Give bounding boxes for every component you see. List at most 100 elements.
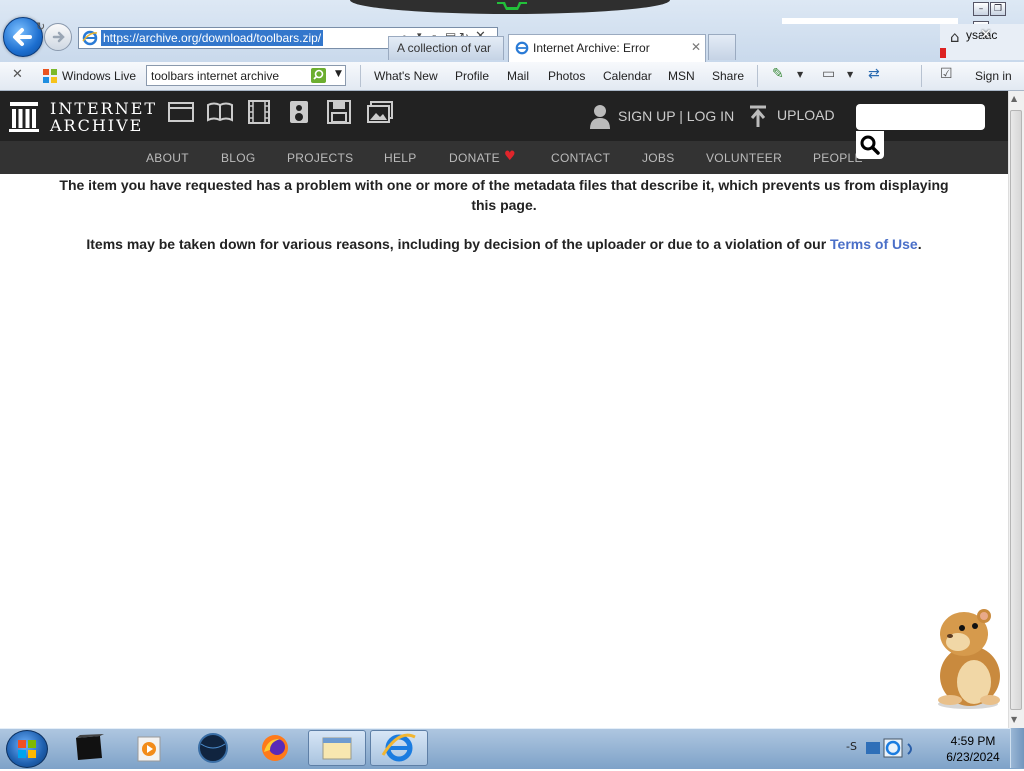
window-thumbnail-icon bbox=[322, 737, 352, 760]
audio-icon[interactable] bbox=[289, 100, 309, 124]
scroll-up-icon[interactable]: ▲ bbox=[1011, 94, 1017, 103]
windows-live-toolbar: ✕ Windows Live toolbars internet archive… bbox=[0, 62, 1024, 91]
link-share[interactable]: Share bbox=[712, 69, 744, 83]
separator bbox=[757, 65, 758, 87]
clock-time: 4:59 PM bbox=[950, 734, 996, 748]
nav-help[interactable]: HELP bbox=[384, 151, 417, 165]
search-dropdown-icon[interactable]: ▼ bbox=[335, 69, 342, 79]
separator bbox=[921, 65, 922, 87]
command-area: ⌂ ysaac ✕ bbox=[940, 24, 1024, 60]
window-controls[interactable]: –❐✕ bbox=[972, 2, 1022, 35]
archive-building-icon[interactable] bbox=[9, 101, 39, 133]
forward-button[interactable] bbox=[44, 23, 72, 51]
link-mail[interactable]: Mail bbox=[507, 69, 529, 83]
tab-close-icon[interactable]: ✕ bbox=[691, 40, 701, 54]
windows-logo-icon bbox=[18, 740, 36, 758]
taskbar-app-media[interactable] bbox=[60, 730, 118, 766]
dropdown-icon[interactable]: ▼ bbox=[847, 70, 853, 79]
scrollbar-thumb[interactable] bbox=[1010, 110, 1022, 710]
checkbox-icon[interactable]: ☑ bbox=[940, 66, 953, 82]
tray-s-icon[interactable]: -S bbox=[846, 740, 857, 753]
live-search-value[interactable]: toolbars internet archive bbox=[151, 69, 279, 83]
link-whats-new[interactable]: What's New bbox=[374, 69, 438, 83]
internet-explorer-icon bbox=[381, 733, 416, 762]
terms-of-use-link[interactable]: Terms of Use bbox=[830, 236, 918, 252]
green-indicator-icon bbox=[497, 2, 527, 10]
signup-login-link[interactable]: SIGN UP | LOG IN bbox=[618, 108, 734, 124]
favorites-x-icon[interactable]: ✕ bbox=[980, 27, 992, 43]
web-icon[interactable] bbox=[168, 102, 194, 122]
taskbar-app-internet-explorer[interactable] bbox=[370, 730, 428, 766]
tab-label: Internet Archive: Error bbox=[533, 41, 650, 55]
tab-internet-archive-error[interactable]: Internet Archive: Error ✕ bbox=[508, 34, 706, 62]
maximize-icon[interactable]: ❐ bbox=[990, 2, 1006, 16]
scroll-down-icon[interactable]: ▼ bbox=[1011, 715, 1017, 724]
reload-small-icon[interactable]: ↻ bbox=[36, 20, 45, 33]
toolbar-close-icon[interactable]: ✕ bbox=[12, 67, 23, 82]
live-search-input[interactable]: toolbars internet archive ▼ bbox=[146, 65, 346, 86]
red-marker bbox=[940, 48, 946, 58]
window-edge-strip bbox=[782, 18, 958, 24]
nav-jobs[interactable]: JOBS bbox=[642, 151, 675, 165]
takedown-period: . bbox=[917, 236, 922, 252]
system-tray: -S bbox=[842, 730, 918, 766]
window-icon[interactable]: ▭ bbox=[822, 66, 835, 82]
heart-icon[interactable]: ♥ bbox=[504, 149, 516, 164]
home-icon[interactable]: ⌂ bbox=[950, 28, 960, 46]
takedown-text: Items may be taken down for various reas… bbox=[86, 236, 831, 252]
ie-tab-icon bbox=[515, 41, 529, 55]
link-profile[interactable]: Profile bbox=[455, 69, 489, 83]
user-icon[interactable] bbox=[590, 104, 610, 130]
black-box-icon bbox=[76, 734, 104, 760]
nav-donate[interactable]: DONATE bbox=[449, 151, 500, 165]
new-tab-button[interactable] bbox=[708, 34, 736, 60]
link-photos[interactable]: Photos bbox=[548, 69, 585, 83]
ia-search-button[interactable] bbox=[856, 131, 884, 159]
dropdown-icon[interactable]: ▼ bbox=[797, 70, 803, 79]
software-icon[interactable] bbox=[327, 100, 351, 124]
nav-blog[interactable]: BLOG bbox=[221, 151, 256, 165]
nav-contact[interactable]: CONTACT bbox=[551, 151, 610, 165]
taskbar-app-player[interactable] bbox=[120, 730, 178, 766]
start-button[interactable] bbox=[6, 730, 48, 768]
taskbar-app-firefox[interactable] bbox=[246, 730, 304, 766]
search-icon bbox=[860, 135, 880, 155]
show-desktop-button[interactable] bbox=[1010, 728, 1024, 768]
clock-date: 6/23/2024 bbox=[946, 750, 1000, 764]
system-clock[interactable]: 4:59 PM 6/23/2024 bbox=[938, 733, 1008, 765]
globe-icon bbox=[198, 733, 228, 763]
ia-search-input[interactable] bbox=[856, 104, 985, 130]
upload-icon[interactable] bbox=[748, 105, 768, 129]
nav-about[interactable]: ABOUT bbox=[146, 151, 189, 165]
logo-text-archive[interactable]: ARCHIVE bbox=[50, 117, 143, 134]
link-msn[interactable]: MSN bbox=[668, 69, 695, 83]
media-player-icon bbox=[137, 736, 161, 762]
nav-projects[interactable]: PROJECTS bbox=[287, 151, 353, 165]
ie-page-icon bbox=[82, 30, 98, 46]
separator bbox=[360, 65, 361, 87]
taskbar-app-globe[interactable] bbox=[184, 730, 242, 766]
texts-icon[interactable] bbox=[207, 102, 233, 122]
nav-volunteer[interactable]: VOLUNTEER bbox=[706, 151, 782, 165]
tab-label: A collection of var bbox=[397, 41, 492, 55]
url-text[interactable]: https://archive.org/download/toolbars.zi… bbox=[101, 30, 324, 46]
live-search-go-icon[interactable] bbox=[311, 68, 326, 83]
forward-arrow-icon bbox=[52, 31, 65, 43]
taskbar-app-explorer-window[interactable] bbox=[308, 730, 366, 766]
link-calendar[interactable]: Calendar bbox=[603, 69, 652, 83]
tray-network-icons[interactable] bbox=[864, 736, 916, 762]
tab-collection[interactable]: A collection of var bbox=[388, 36, 504, 60]
windows-flag-icon bbox=[43, 69, 57, 83]
logo-text-internet[interactable]: INTERNET bbox=[50, 100, 157, 117]
firefox-icon bbox=[262, 735, 288, 761]
upload-link[interactable]: UPLOAD bbox=[777, 107, 835, 123]
translate-icon[interactable]: ⇄ bbox=[868, 66, 880, 82]
hamster-mascot-icon[interactable] bbox=[920, 604, 1010, 710]
images-icon[interactable] bbox=[367, 101, 393, 123]
minimize-icon[interactable]: – bbox=[973, 2, 989, 16]
video-icon[interactable] bbox=[247, 100, 271, 124]
takedown-message: Items may be taken down for various reas… bbox=[30, 234, 978, 254]
sign-in-link[interactable]: Sign in bbox=[975, 69, 1012, 83]
blog-it-icon[interactable]: ✎ bbox=[772, 66, 784, 82]
windows-live-label[interactable]: Windows Live bbox=[62, 69, 136, 83]
